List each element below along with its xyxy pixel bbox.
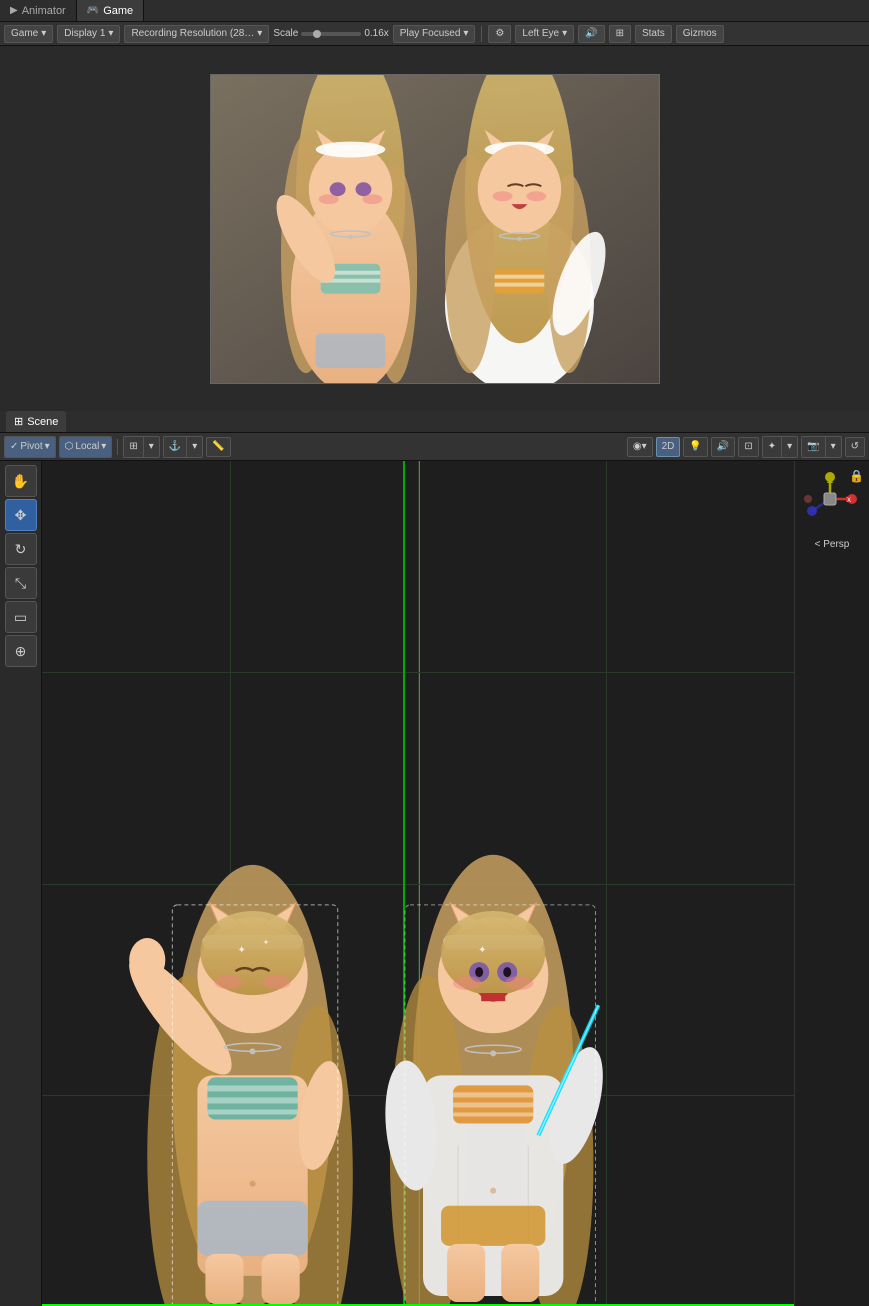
local-icon: ⬡ [65, 441, 74, 452]
recording-arrow: ▾ [257, 28, 262, 39]
cam-arrow[interactable]: ▾ [826, 437, 841, 457]
scene-characters-svg: ✦ ✦ [42, 461, 794, 1306]
lock-icon: 🔒 [849, 469, 864, 483]
left-tools-panel: ✋ ✥ ↻ ⤡ ▭ ⊕ [0, 461, 42, 1306]
svg-text:✦: ✦ [263, 938, 270, 947]
game-viewport [0, 46, 869, 411]
overlay-btn[interactable]: ⊡ [738, 437, 758, 457]
tab-bar: ▶ Animator 🎮 Game [0, 0, 869, 22]
stats-btn[interactable]: Stats [635, 25, 672, 43]
separator-1 [481, 26, 482, 42]
persp-circle-btn[interactable]: ◉▾ [627, 437, 653, 457]
hand-tool[interactable]: ✋ [5, 465, 37, 497]
settings-btn[interactable]: ⚙ [488, 25, 511, 43]
stats-label: Stats [642, 28, 665, 39]
scene-tab[interactable]: ⊞ Scene [6, 411, 66, 432]
grid-icon-btn[interactable]: ⊞ [124, 437, 143, 457]
game-icon: 🎮 [87, 5, 99, 16]
pivot-arrow: ▾ [45, 441, 50, 452]
audio-btn[interactable]: 🔊 [578, 25, 604, 43]
snap-arrow-btn[interactable]: ▾ [187, 437, 202, 457]
play-focused-label: Play Focused [400, 28, 461, 39]
game-characters-svg [211, 75, 659, 383]
pivot-group: ✓ Pivot ▾ [4, 436, 56, 458]
scale-thumb [313, 30, 321, 38]
gizmos-label: Gizmos [683, 28, 717, 39]
scale-control: Scale 0.16x [273, 28, 388, 39]
scene-tab-label: Scene [27, 416, 58, 428]
eye-dropdown[interactable]: Left Eye ▾ [515, 25, 574, 43]
cam-group: 📷 ▾ [801, 436, 841, 458]
scale-tool[interactable]: ⤡ [5, 567, 37, 599]
scale-value: 0.16x [364, 28, 388, 39]
pivot-btn[interactable]: ✓ Pivot ▾ [5, 437, 55, 457]
play-focused-arrow: ▾ [463, 28, 468, 39]
display-label: Display 1 [64, 28, 105, 39]
game-dropdown-label: Game [11, 28, 38, 39]
play-focused-button[interactable]: Play Focused ▾ [393, 25, 476, 43]
persp-label: < Persp [815, 539, 850, 550]
scene-tab-bar: ⊞ Scene [0, 411, 869, 433]
measure-btn[interactable]: 📏 [206, 437, 230, 457]
local-group: ⬡ Local ▾ [59, 436, 113, 458]
pivot-check: ✓ [10, 441, 18, 452]
display-dropdown[interactable]: Display 1 ▾ [57, 25, 120, 43]
game-dropdown[interactable]: Game ▾ [4, 25, 53, 43]
light-btn[interactable]: 💡 [683, 437, 707, 457]
transform-tool[interactable]: ⊕ [5, 635, 37, 667]
tab-game[interactable]: 🎮 Game [77, 0, 144, 21]
local-btn[interactable]: ⬡ Local ▾ [60, 437, 112, 457]
grid-btn[interactable]: ⊞ [609, 25, 631, 43]
scene-toolbar: ✓ Pivot ▾ ⬡ Local ▾ ⊞ ▾ ⚓ ▾ 📏 ◉▾ 2D 💡 🔊 … [0, 433, 869, 461]
svg-text:✦: ✦ [238, 945, 246, 956]
gizmos-btn[interactable]: Gizmos [676, 25, 724, 43]
recording-dropdown[interactable]: Recording Resolution (28… ▾ [124, 25, 269, 43]
display-arrow: ▾ [108, 28, 113, 39]
scene-viewport: ✦ ✦ [42, 461, 794, 1306]
eye-label: Left Eye [522, 28, 559, 39]
recording-label: Recording Resolution (28… [131, 28, 254, 39]
refresh-btn[interactable]: ↺ [845, 437, 865, 457]
gizmo-panel: 🔒 X < Persp [794, 461, 869, 1306]
audio-scene-btn[interactable]: 🔊 [711, 437, 735, 457]
scale-slider[interactable] [301, 32, 361, 36]
local-label: Local [75, 441, 99, 452]
dropdown-arrow: ▾ [41, 28, 46, 39]
rotate-tool[interactable]: ↻ [5, 533, 37, 565]
grid-group: ⊞ ▾ [123, 436, 159, 458]
local-arrow: ▾ [101, 441, 106, 452]
game-label: Game [103, 5, 133, 17]
svg-text:✦: ✦ [478, 945, 486, 956]
tab-animator[interactable]: ▶ Animator [0, 0, 77, 21]
move-tool[interactable]: ✥ [5, 499, 37, 531]
rect-tool[interactable]: ▭ [5, 601, 37, 633]
gizmo-widget[interactable]: 🔒 X [800, 469, 864, 533]
cam-btn[interactable]: 📷 [802, 437, 825, 457]
grid-arrow-btn[interactable]: ▾ [144, 437, 159, 457]
fx-btn[interactable]: ✦ [763, 437, 782, 457]
scene-sep-1 [117, 439, 118, 455]
scene-tab-icon: ⊞ [14, 415, 23, 428]
scale-label: Scale [273, 28, 298, 39]
animator-label: Animator [22, 5, 66, 17]
scene-main: ✋ ✥ ↻ ⤡ ▭ ⊕ [0, 461, 869, 1306]
2d-btn[interactable]: 2D [656, 437, 681, 457]
svg-text:X: X [847, 498, 851, 504]
fx-arrow[interactable]: ▾ [782, 437, 797, 457]
animator-icon: ▶ [10, 5, 18, 16]
2d-label: 2D [662, 441, 675, 452]
eye-arrow: ▾ [562, 28, 567, 39]
snap-group: ⚓ ▾ [163, 436, 203, 458]
fx-group: ✦ ▾ [762, 436, 798, 458]
game-toolbar: Game ▾ Display 1 ▾ Recording Resolution … [0, 22, 869, 46]
pivot-label: Pivot [20, 441, 42, 452]
snap-btn[interactable]: ⚓ [164, 437, 187, 457]
game-image [210, 74, 660, 384]
